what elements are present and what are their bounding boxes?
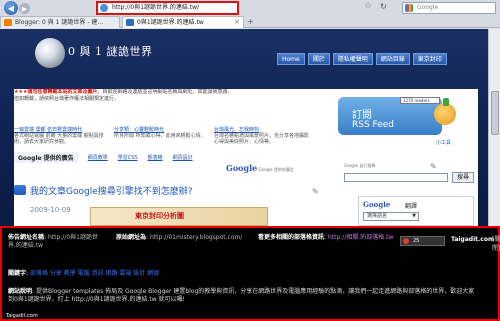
subscribe-link[interactable]: 小工具 <box>436 139 451 146</box>
post-date: 2009-10-09 <box>30 206 71 214</box>
tab-blogger[interactable]: Blogger: 0 與 1 謎詭世界 - 建... <box>0 16 120 28</box>
notice-highlight[interactable]: ★★★請勿任意轉載本站的文章及圖片 <box>14 89 97 95</box>
feature-column: 一窺雲端 雲都 伍日數雲端時代 各式網站電腦 前瞻 大量的雲端 觀點與技術，請去… <box>14 127 114 145</box>
google-ads-label: Google Google 提供的廣告 <box>226 163 294 173</box>
browser-toolbar: ◀ ▶ http://0與1謎詭世界.的連結.tw/ ☆ ↻ Google Bl… <box>0 0 500 28</box>
keywords-value[interactable]: 部落格 分享 教學 電腦 資訊 網路 雲端 設計 網頁 <box>30 270 159 277</box>
rating-icon <box>403 238 409 244</box>
nav-tokyo[interactable]: 東京封印 <box>412 53 447 65</box>
ad-bar-heading: Google 提供的廣告 <box>14 151 78 163</box>
language-select[interactable]: 選擇語言 ▼ <box>363 212 419 221</box>
rating-badge[interactable]: 25 <box>400 236 445 246</box>
notice-text-2: 但如轉載，請依照台灣著作權法相關規定進行， <box>14 96 120 102</box>
related-blogs-field: 看更多相關的部落格資訊: http://相關.的部落格.tw <box>258 234 394 241</box>
ad-link[interactable]: 網頁教學 <box>88 154 108 161</box>
ad-link[interactable]: 網頁設計 <box>173 154 193 161</box>
feature-column: 分享類：心靈輕鬆時光 所見所聞 所知或心得，此用來輕鬆心情。 <box>114 127 214 145</box>
nav-privacy[interactable]: 隱私權聲明 <box>332 53 373 65</box>
back-button[interactable]: ◀ <box>4 1 18 15</box>
refresh-icon[interactable]: ↻ <box>380 2 387 11</box>
new-tab-icon[interactable]: + <box>247 17 254 26</box>
site-logo <box>35 38 65 68</box>
tools-icon[interactable]: ✎ <box>312 187 319 196</box>
google-custom-search-label: Google 自訂搜尋 <box>344 163 376 168</box>
column-desc: 所見所聞 所知或心得，此用來輕鬆心情。 <box>114 133 206 139</box>
nav-directory[interactable]: 網站目錄 <box>375 53 410 65</box>
notice-text: ，目歡迎網路及連結並註明網站名稱與網址，如能讓我感謝。 <box>97 89 233 95</box>
feature-column: 台灣風光．忘我時刻 台灣名勝點滴與風景照片，也分享各地攝影心得與美好照片、心情等… <box>214 127 314 145</box>
post-title[interactable]: 我的文章Google搜尋引擎找不到怎麼辦? <box>30 184 193 197</box>
google-logo: Google <box>226 163 258 173</box>
related-blogs-label: 看更多相關的部落格資訊 <box>258 234 325 241</box>
description-row: 網站說明: 提供Blogger templates 佈局及 Google Blo… <box>8 288 475 303</box>
globe-icon <box>100 4 108 12</box>
site-title[interactable]: 0 與 1 謎詭世界 <box>68 43 153 59</box>
address-url: http://0與1謎詭世界.的連結.tw/ <box>112 4 200 11</box>
language-select-value: 選擇語言 <box>367 213 388 219</box>
site-search-button[interactable]: 搜尋 <box>452 172 474 183</box>
overlay-info-row: 佈告網址名稱: http://0與1謎詭世界.的連結.tw 原始網址為: htt… <box>8 234 500 256</box>
site-favicon-icon <box>126 19 134 26</box>
feed-label: 訂閱 <box>352 110 372 121</box>
tools-icon[interactable]: ✎ <box>430 162 437 171</box>
column-desc: 各式網站電腦 前瞻 大量的雲端 觀點與技術，請去大家研究參觀。 <box>14 133 104 145</box>
taigadit-logo[interactable]: Taigadit.com <box>451 236 494 243</box>
close-overlay-button[interactable]: [關閉] <box>492 234 500 252</box>
nav-about[interactable]: 關於 <box>307 53 330 65</box>
original-url-field: 原始網址為: http://01mistery.blogspot.com/ <box>116 234 243 241</box>
site-info-overlay: 佈告網址名稱: http://0與1謎詭世界.的連結.tw 原始網址為: htt… <box>0 226 500 321</box>
ad-link[interactable]: 學習CSS <box>118 154 138 161</box>
close-tab-icon[interactable]: × <box>234 17 240 28</box>
translate-google-logo: Google <box>363 200 391 209</box>
column-desc: 台灣名勝點滴與風景照片，也分享各地攝影心得與美好照片、心情等。 <box>214 133 310 145</box>
google-ads-text: Google 提供的廣告 <box>258 167 294 172</box>
feed-counter: 1270 readers <box>400 97 440 104</box>
description-label: 網站說明 <box>8 288 33 295</box>
search-input[interactable]: Google <box>402 2 496 14</box>
related-blogs-link[interactable]: http://相關.的部落格.tw <box>328 234 393 241</box>
main-content: ★★★請勿任意轉載本站的文章及圖片，目歡迎網路及連結並註明網站名稱與網址，如能讓… <box>14 89 478 226</box>
description-value: 提供Blogger templates 佈局及 Google Blogger 建… <box>8 288 475 303</box>
bookmark-star-icon[interactable]: ☆ <box>364 1 372 11</box>
ad-link[interactable]: 部落格 <box>148 154 163 161</box>
nav-home[interactable]: Home <box>277 53 305 65</box>
rating-count: 25 <box>413 238 420 244</box>
post-icon <box>14 185 26 195</box>
plus-icon <box>443 98 449 106</box>
google-search-icon <box>405 4 413 12</box>
search-placeholder: Google <box>417 4 439 11</box>
overlay-footer[interactable]: Taigadit.com <box>6 313 38 319</box>
address-bar[interactable]: http://0與1謎詭世界.的連結.tw/ <box>96 1 239 15</box>
feature-columns: 一窺雲端 雲都 伍日數雲端時代 各式網站電腦 前瞻 大量的雲端 觀點與技術，請去… <box>14 127 314 145</box>
scrollbar-thumb[interactable] <box>491 91 499 135</box>
site-nav: Home 關於 隱私權聲明 網站目錄 東京封印 <box>277 53 447 65</box>
keywords-row: 關鍵字: 部落格 分享 教學 電腦 資訊 網路 雲端 設計 網頁 <box>8 270 160 277</box>
translate-widget: Google 翻譯 選擇語言 ▼ <box>358 196 474 226</box>
chevron-down-icon: ▼ <box>412 213 416 219</box>
original-url-label: 原始網址為 <box>116 234 147 241</box>
tab-label: 0與1謎詭世界.的連結.tw <box>137 19 204 26</box>
site-search-input[interactable] <box>344 173 448 182</box>
original-url-value[interactable]: http://01mistery.blogspot.com/ <box>150 234 242 241</box>
rss-feed-widget[interactable]: 訂閱 RSS Feed 1270 readers 小工具 <box>338 93 466 149</box>
forward-button[interactable]: ▶ <box>19 3 30 14</box>
keywords-label: 關鍵字 <box>8 270 27 277</box>
rss-ball-icon <box>434 103 456 125</box>
page-scrollbar[interactable] <box>488 29 500 226</box>
copyright-notice: ★★★請勿任意轉載本站的文章及圖片，目歡迎網路及連結並註明網站名稱與網址，如能讓… <box>14 89 314 103</box>
site-name-label: 佈告網址名稱 <box>8 234 45 241</box>
site-name-field: 佈告網址名稱: http://0與1謎詭世界.的連結.tw <box>8 234 98 249</box>
ad-link-bar: Google 提供的廣告 網頁教學 學習CSS 部落格 網頁設計 <box>14 151 314 163</box>
blogger-icon <box>4 19 12 26</box>
feed-label-2: RSS Feed <box>352 120 395 130</box>
tab-label: Blogger: 0 與 1 謎詭世界 - 建... <box>15 19 104 26</box>
tab-site[interactable]: 0與1謎詭世界.的連結.tw × <box>122 16 244 28</box>
translate-label: 翻譯 <box>405 203 418 210</box>
post-banner-image[interactable]: 東京封印分析圖 <box>90 207 268 226</box>
web-page: 0 與 1 謎詭世界 Home 關於 隱私權聲明 網站目錄 東京封印 ★★★請勿… <box>0 29 500 226</box>
